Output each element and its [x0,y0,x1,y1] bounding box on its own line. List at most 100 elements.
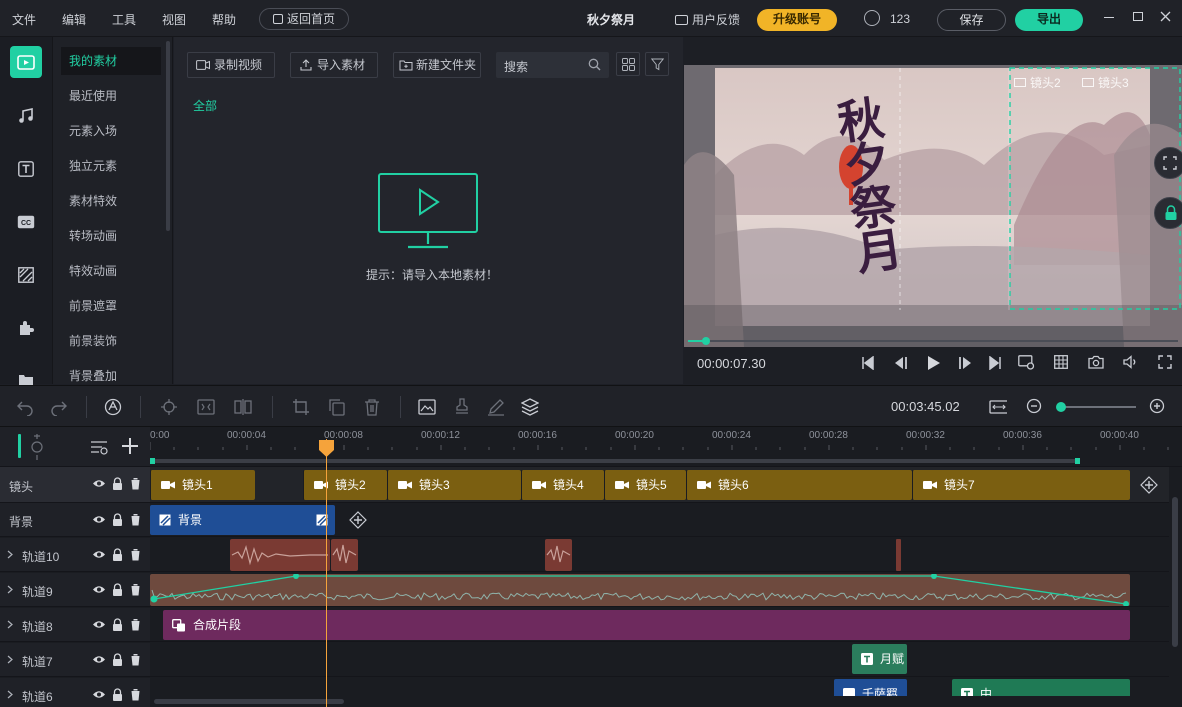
category-effect-animation[interactable]: 特效动画 [61,257,161,285]
media-library-icon[interactable] [10,46,42,78]
image-clip[interactable]: 千萨羁 [834,679,907,696]
user-icon[interactable] [864,10,880,26]
add-shot-icon[interactable] [1140,476,1158,494]
shot-clip-5[interactable]: 镜头5 [604,470,686,500]
shot-clip-1[interactable]: 镜头1 [150,470,255,500]
delete-icon[interactable] [363,398,381,416]
search-icon[interactable] [588,58,601,71]
import-material-button[interactable]: 导入素材 [290,52,378,78]
layers-icon[interactable] [521,398,539,416]
export-button[interactable]: 导出 [1015,9,1083,31]
fullscreen-crop-button[interactable] [1154,147,1182,179]
track-header-7[interactable]: 轨道7 [0,643,150,677]
add-track-icon[interactable] [120,436,140,456]
category-my-materials[interactable]: 我的素材 [61,47,161,75]
filter-button[interactable] [645,52,669,76]
lock-track-icon[interactable] [112,548,123,561]
prev-frame-icon[interactable] [892,356,908,370]
text-icon[interactable] [10,153,42,185]
chevron-right-icon[interactable] [7,690,13,699]
snapshot-icon[interactable] [1088,355,1104,369]
menu-tools[interactable]: 工具 [112,11,136,28]
delete-track-icon[interactable] [130,653,141,666]
visibility-eye-icon[interactable] [92,584,106,595]
grid-overlay-icon[interactable] [1054,355,1068,369]
chevron-right-icon[interactable] [7,550,13,559]
minimize-icon[interactable] [1104,17,1114,18]
grid-view-button[interactable] [616,52,640,76]
music-icon[interactable] [10,100,42,132]
magnet-snap-icon[interactable] [28,433,46,461]
visibility-eye-icon[interactable] [92,619,106,630]
fit-frame-icon[interactable] [197,398,215,416]
category-element-entrance[interactable]: 元素入场 [61,117,161,145]
undo-icon[interactable] [16,398,34,416]
pattern-icon[interactable] [10,259,42,291]
maximize-icon[interactable] [1133,12,1143,21]
lock-track-icon[interactable] [112,513,123,526]
play-icon[interactable] [927,355,941,371]
lock-track-icon[interactable] [112,477,123,490]
home-button[interactable]: 返回首页 [259,8,349,30]
visibility-eye-icon[interactable] [92,654,106,665]
composite-clip[interactable]: 合成片段 [163,610,1130,640]
smart-tool-icon[interactable] [104,398,122,416]
preview-canvas[interactable] [684,65,1182,347]
text-clip[interactable]: 月赋 [852,644,907,674]
chevron-right-icon[interactable] [7,655,13,664]
lock-track-icon[interactable] [112,618,123,631]
menu-view[interactable]: 视图 [162,11,186,28]
text-clip[interactable]: 中 [952,679,1130,696]
delete-track-icon[interactable] [130,618,141,631]
fullscreen-icon[interactable] [1158,355,1172,369]
feedback-button[interactable]: 用户反馈 [675,11,740,28]
visibility-eye-icon[interactable] [92,689,106,700]
preview-progress-track[interactable] [688,337,1178,345]
track-manage-icon[interactable] [90,440,108,455]
visibility-eye-icon[interactable] [92,514,106,525]
volume-icon[interactable] [1123,355,1139,369]
work-area-start-handle[interactable] [150,458,155,464]
music-audio-clip[interactable] [150,574,1130,606]
upgrade-button[interactable]: 升级账号 [757,9,837,31]
delete-track-icon[interactable] [130,548,141,561]
fit-timeline-icon[interactable] [989,398,1007,416]
zoom-slider-track[interactable] [1056,402,1136,412]
skip-start-icon[interactable] [861,356,875,370]
menu-edit[interactable]: 编辑 [62,11,86,28]
category-foreground-decoration[interactable]: 前景装饰 [61,327,161,355]
delete-track-icon[interactable] [130,688,141,701]
shot-clip-4[interactable]: 镜头4 [521,470,604,500]
shot-clip-3[interactable]: 镜头3 [387,470,521,500]
copy-icon[interactable] [328,398,346,416]
track-header-6[interactable]: 轨道6 [0,678,150,707]
chevron-right-icon[interactable] [7,620,13,629]
work-area-bar[interactable] [150,458,1080,464]
audio-clip[interactable] [230,539,330,571]
category-standalone-element[interactable]: 独立元素 [61,152,161,180]
lock-track-icon[interactable] [112,653,123,666]
delete-track-icon[interactable] [130,477,141,490]
time-ruler[interactable]: 0:00 00:00:04 00:00:08 00:00:12 00:00:16… [150,427,1182,467]
record-video-button[interactable]: 录制视频 [187,52,275,78]
shot-clip-2[interactable]: 镜头2 [303,470,387,500]
plugin-icon[interactable] [10,312,42,344]
category-recent[interactable]: 最近使用 [61,82,161,110]
target-icon[interactable] [160,398,178,416]
timeline-vscroll-thumb[interactable] [1172,497,1178,647]
zoom-out-icon[interactable] [1026,398,1044,416]
timeline-hscroll[interactable] [150,696,1169,707]
visibility-eye-icon[interactable] [92,549,106,560]
category-scrollbar[interactable] [166,41,170,231]
track-header-8[interactable]: 轨道8 [0,608,150,642]
subtitle-icon[interactable]: CC [10,206,42,238]
menu-file[interactable]: 文件 [12,11,36,28]
playhead-handle[interactable] [318,439,335,458]
delete-track-icon[interactable] [130,513,141,526]
audio-clip[interactable] [545,539,572,571]
save-button[interactable]: 保存 [937,9,1006,31]
menu-help[interactable]: 帮助 [212,11,236,28]
close-icon[interactable] [1160,11,1171,22]
shot-clip-6[interactable]: 镜头6 [686,470,912,500]
preview-progress-handle[interactable] [702,337,710,345]
